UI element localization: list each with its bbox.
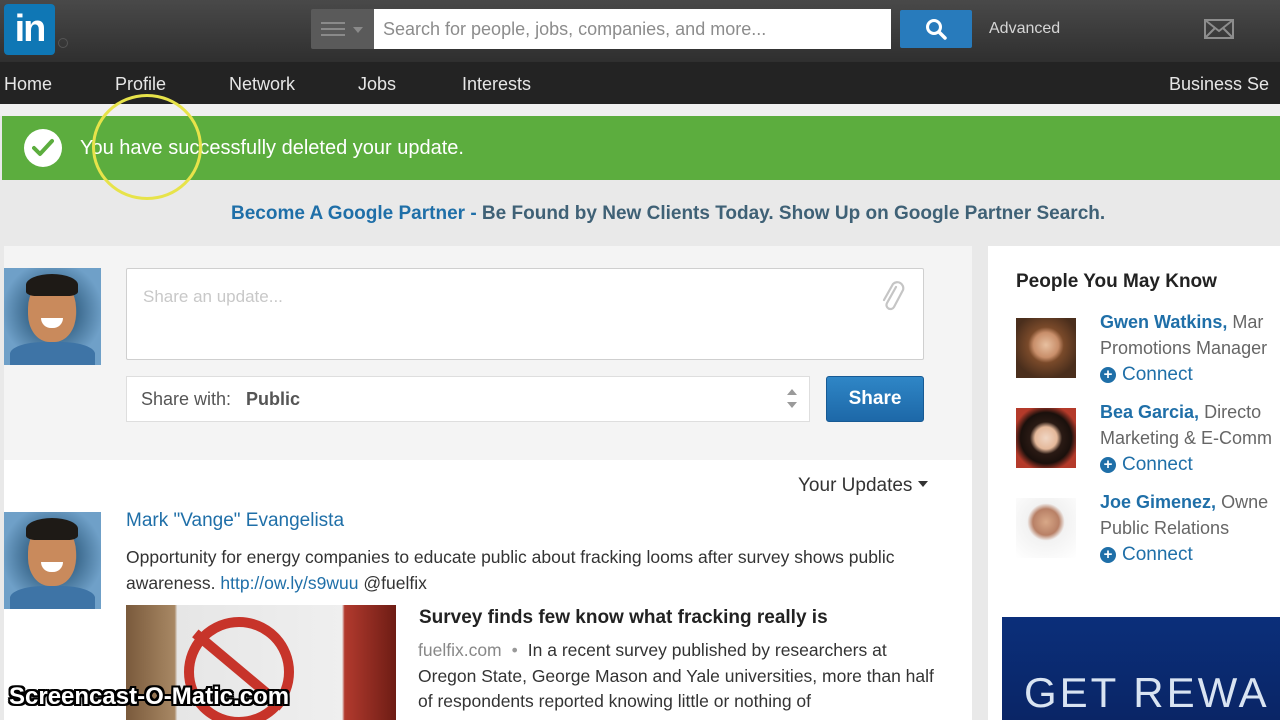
your-updates-filter[interactable]: Your Updates <box>798 475 929 497</box>
feed: Your Updates Mark "Vange" Evangelista Op… <box>4 460 972 720</box>
nav-network[interactable]: Network <box>229 74 295 95</box>
plus-icon: + <box>1100 547 1116 563</box>
pymk-item: Joe Gimenez, Owne Public Relations + Conn… <box>1016 492 1280 578</box>
share-panel: Share an update... Share with: Public Sh… <box>4 246 972 460</box>
rail-ad-text: GET REWA <box>1024 669 1270 716</box>
connect-button[interactable]: + Connect <box>1100 454 1193 476</box>
list-icon <box>321 22 345 36</box>
your-updates-label: Your Updates <box>798 475 913 496</box>
article-title[interactable]: Survey finds few know what fracking real… <box>419 607 828 629</box>
share-visibility-select[interactable]: Share with: Public <box>126 376 810 422</box>
pymk-item: Gwen Watkins, Mar Promotions Manager + Co… <box>1016 312 1280 398</box>
top-bar: in Advanced <box>0 0 1280 62</box>
connect-button[interactable]: + Connect <box>1100 364 1193 386</box>
search-category-dropdown[interactable] <box>311 9 374 49</box>
search-icon <box>926 19 947 40</box>
person-title: Marketing & E-Comm <box>1100 428 1273 448</box>
pymk-item: Bea Garcia, Directo Marketing & E-Comm +… <box>1016 402 1280 488</box>
ad-link[interactable]: Become A Google Partner - <box>231 203 477 224</box>
linkedin-logo[interactable]: in <box>4 4 55 55</box>
person-name[interactable]: Bea Garcia, Directo <box>1100 402 1261 423</box>
share-button[interactable]: Share <box>826 376 924 422</box>
nav-interests[interactable]: Interests <box>462 74 531 95</box>
registered-mark-icon <box>58 38 68 48</box>
person-photo[interactable] <box>1016 408 1076 468</box>
cursor-highlight-ring <box>92 94 202 200</box>
person-title: Public Relations <box>1100 518 1230 538</box>
person-photo[interactable] <box>1016 498 1076 558</box>
nav-business-services[interactable]: Business Se <box>1169 74 1269 95</box>
nav-profile[interactable]: Profile <box>115 74 166 95</box>
checkmark-icon <box>24 129 62 167</box>
post-text: Opportunity for energy companies to educ… <box>126 544 946 596</box>
nav-home[interactable]: Home <box>4 74 52 95</box>
share-with-value: Public <box>246 389 301 409</box>
nav-jobs[interactable]: Jobs <box>358 74 396 95</box>
post-mention[interactable]: @fuelfix <box>363 573 426 593</box>
person-name[interactable]: Joe Gimenez, Owne <box>1100 492 1268 513</box>
connect-button[interactable]: + Connect <box>1100 544 1193 566</box>
main-nav: Home Profile Network Jobs Interests Busi… <box>0 62 1280 104</box>
recording-watermark: Screencast-O-Matic.com <box>9 683 290 710</box>
chevron-down-icon <box>918 481 929 487</box>
plus-icon: + <box>1100 457 1116 473</box>
share-placeholder: Share an update... <box>143 287 283 306</box>
nav-divider <box>0 104 1280 116</box>
chevron-down-icon <box>353 27 363 33</box>
share-update-textarea[interactable]: Share an update... <box>126 268 924 360</box>
post-link[interactable]: http://ow.ly/s9wuu <box>220 573 358 593</box>
sponsored-ad[interactable]: Become A Google Partner - Be Found by Ne… <box>231 203 1105 225</box>
user-avatar[interactable] <box>4 268 101 365</box>
rail-ad-banner[interactable]: GET REWA <box>1002 617 1280 720</box>
search-button[interactable] <box>900 10 972 48</box>
plus-icon: + <box>1100 367 1116 383</box>
person-name[interactable]: Gwen Watkins, Mar <box>1100 312 1263 333</box>
select-arrows-icon <box>787 389 797 411</box>
post-author-name[interactable]: Mark "Vange" Evangelista <box>126 510 344 532</box>
paperclip-icon[interactable] <box>879 279 905 313</box>
share-with-label: Share with: <box>141 389 232 409</box>
ad-text: Be Found by New Clients Today. Show Up o… <box>476 203 1106 224</box>
person-photo[interactable] <box>1016 318 1076 378</box>
advanced-search-link[interactable]: Advanced <box>989 20 1060 38</box>
pymk-title: People You May Know <box>1016 271 1217 292</box>
person-title: Promotions Manager <box>1100 338 1268 358</box>
search-input[interactable] <box>374 9 891 49</box>
mail-icon[interactable] <box>1204 19 1234 39</box>
separator-dot: • <box>511 640 518 660</box>
post-author-avatar[interactable] <box>4 512 101 609</box>
article-source[interactable]: fuelfix.com <box>418 640 502 660</box>
article-summary: fuelfix.com • In a recent survey published… <box>418 638 946 715</box>
